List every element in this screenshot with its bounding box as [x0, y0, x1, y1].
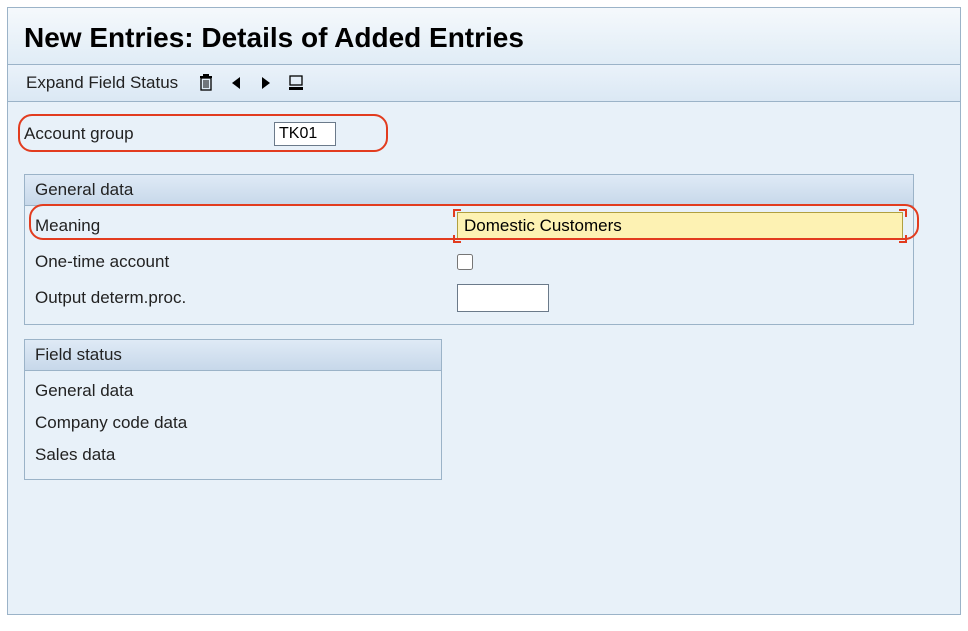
- one-time-account-label: One-time account: [35, 252, 457, 272]
- one-time-account-row: One-time account: [25, 246, 913, 278]
- toolbar: Expand Field Status: [8, 65, 960, 102]
- content-area: Account group General data Meaning One-t…: [8, 102, 960, 496]
- meaning-row: Meaning: [25, 206, 913, 246]
- general-data-groupbox: General data Meaning One-time account Ou…: [24, 174, 914, 325]
- field-status-header: Field status: [25, 340, 441, 371]
- output-determ-label: Output determ.proc.: [35, 288, 457, 308]
- meaning-label: Meaning: [35, 216, 457, 236]
- field-status-item[interactable]: General data: [25, 375, 441, 407]
- one-time-account-checkbox[interactable]: [457, 254, 473, 270]
- output-determ-row: Output determ.proc.: [25, 278, 913, 324]
- field-status-item[interactable]: Sales data: [25, 439, 441, 471]
- next-icon[interactable]: [256, 73, 276, 93]
- delete-icon[interactable]: [196, 73, 216, 93]
- previous-icon[interactable]: [226, 73, 246, 93]
- print-icon[interactable]: [286, 73, 306, 93]
- account-group-input[interactable]: [274, 122, 336, 146]
- page-title: New Entries: Details of Added Entries: [24, 22, 944, 54]
- expand-field-status-button[interactable]: Expand Field Status: [26, 73, 178, 93]
- field-status-item[interactable]: Company code data: [25, 407, 441, 439]
- account-group-label: Account group: [24, 124, 274, 144]
- title-bar: New Entries: Details of Added Entries: [8, 8, 960, 65]
- meaning-input[interactable]: [457, 212, 903, 240]
- general-data-header: General data: [25, 175, 913, 206]
- account-group-row: Account group: [24, 122, 944, 146]
- main-frame: New Entries: Details of Added Entries Ex…: [7, 7, 961, 615]
- field-status-groupbox: Field status General data Company code d…: [24, 339, 442, 480]
- output-determ-input[interactable]: [457, 284, 549, 312]
